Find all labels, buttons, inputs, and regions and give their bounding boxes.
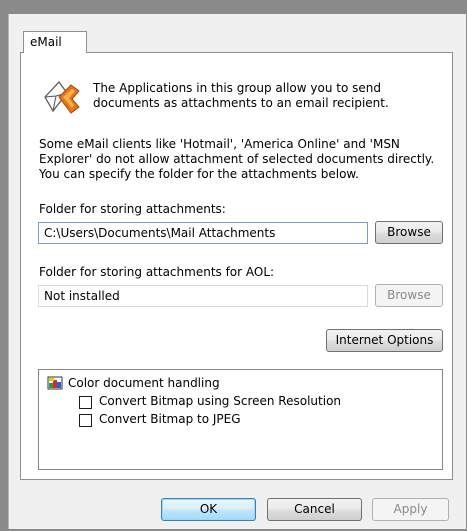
browse-aol-button[interactable]: Browse [375,284,443,307]
email-settings-dialog: eMail The Applications in this group all… [8,14,466,529]
aol-folder-field: Not installed [38,285,368,307]
convert-screen-resolution-checkbox[interactable] [79,396,92,409]
convert-screen-resolution-label[interactable]: Convert Bitmap using Screen Resolution [99,394,341,409]
tab-email[interactable]: eMail [23,31,87,53]
color-document-group-label: Color document handling [68,376,220,390]
convert-jpeg-checkbox[interactable] [79,414,92,427]
aol-folder-label: Folder for storing attachments for AOL: [39,265,275,279]
envelope-arrow-icon [44,81,80,114]
browse-attachments-button[interactable]: Browse [375,221,443,244]
tab-email-label: eMail [30,35,62,49]
cancel-button[interactable]: Cancel [267,498,362,521]
email-panel: The Applications in this group allow you… [20,52,453,480]
color-document-icon [47,376,63,390]
description-text: Some eMail clients like 'Hotmail', 'Amer… [39,137,435,181]
internet-options-button[interactable]: Internet Options [326,329,443,352]
ok-button[interactable]: OK [161,498,256,521]
attachments-folder-label: Folder for storing attachments: [39,202,226,216]
apply-button[interactable]: Apply [372,498,449,521]
intro-text: The Applications in this group allow you… [93,81,389,110]
convert-jpeg-label[interactable]: Convert Bitmap to JPEG [99,412,241,427]
options-tree: Color document handling Convert Bitmap u… [38,369,443,470]
attachments-folder-field[interactable]: C:\Users\Documents\Mail Attachments [38,222,368,244]
